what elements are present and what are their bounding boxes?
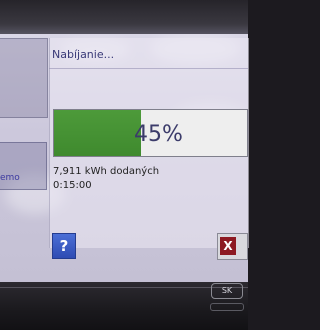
title-separator (49, 68, 248, 69)
sk-hardware-button[interactable]: SK (211, 283, 243, 299)
help-icon: ? (59, 237, 69, 255)
hardware-button[interactable] (210, 303, 244, 311)
elapsed-time: 0:15:00 (53, 180, 92, 191)
progress-percent-label: 45% (134, 122, 183, 147)
device-bezel-top (0, 0, 248, 34)
close-icon: X (220, 237, 236, 255)
dialog-title: Nabíjanie... (52, 48, 115, 61)
progress-fill (54, 110, 141, 156)
charging-progress-bar: 45% (53, 109, 248, 157)
energy-delivered: 7,911 kWh dodaných (53, 166, 160, 177)
demo-tab-label: emo (0, 173, 20, 183)
help-button[interactable]: ? (52, 233, 76, 259)
cancel-button[interactable]: X (217, 233, 248, 260)
demo-tab[interactable]: emo (0, 142, 47, 190)
side-panel[interactable] (0, 38, 48, 118)
